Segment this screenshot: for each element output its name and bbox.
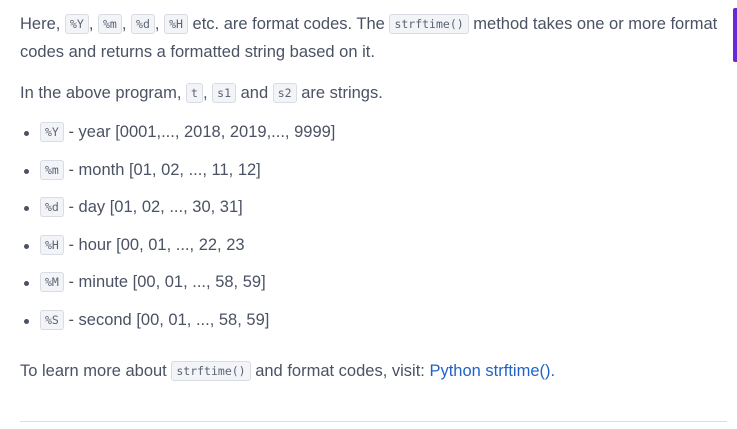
list-item-code: %Y — [40, 122, 64, 142]
code-s1: s1 — [212, 83, 237, 103]
bullet — [24, 206, 29, 212]
text: , — [154, 15, 160, 33]
program-strings-paragraph: In the above program, t, s1 and s2 are s… — [20, 80, 383, 108]
list-item-text: - month [01, 02, ..., 11, 12] — [68, 160, 261, 179]
list-item-text: - day [01, 02, ..., 30, 31] — [68, 198, 243, 217]
list-item: %H - hour [00, 01, ..., 22, 23 — [20, 232, 335, 270]
text: are strings. — [301, 84, 383, 102]
code-percent-m: %m — [98, 14, 122, 34]
bullet — [24, 243, 29, 249]
bullet — [24, 168, 29, 174]
format-codes-paragraph: Here, %Y, %m, %d, %H etc. are format cod… — [20, 11, 725, 66]
bullet — [24, 318, 29, 324]
list-item-text: - minute [00, 01, ..., 58, 59] — [68, 273, 266, 292]
list-item: %S - second [00, 01, ..., 58, 59] — [20, 307, 335, 345]
text: Here, — [20, 15, 61, 33]
code-percent-Y: %Y — [64, 14, 89, 34]
code-strftime: strftime() — [389, 14, 469, 34]
section-divider — [20, 421, 727, 422]
text: , — [88, 15, 94, 33]
list-item-code: %S — [40, 309, 64, 330]
python-strftime-link[interactable]: Python strftime(). — [429, 362, 555, 380]
list-item-text: - year [0001,..., 2018, 2019,..., 9999] — [68, 123, 336, 141]
code-s2: s2 — [272, 83, 297, 103]
code-percent-d: %d — [131, 14, 155, 34]
list-item: %m - month [01, 02, ..., 11, 12] — [20, 157, 335, 195]
list-item: %d - day [01, 02, ..., 30, 31] — [20, 194, 335, 232]
text: etc. are format codes. The — [192, 15, 385, 33]
list-item-code: %M — [40, 272, 64, 293]
list-item-code: %H — [40, 234, 64, 255]
list-item: %Y - year [0001,..., 2018, 2019,..., 999… — [20, 119, 335, 157]
text: , — [121, 15, 127, 33]
code-percent-H: %H — [164, 14, 188, 34]
list-item-text: - hour [00, 01, ..., 22, 23 — [68, 235, 245, 254]
scroll-accent-bar — [733, 8, 737, 62]
text: and format codes, visit: — [255, 362, 425, 380]
list-item-text: - second [00, 01, ..., 58, 59] — [68, 310, 270, 329]
list-item-code: %m — [40, 159, 64, 180]
text: and — [240, 84, 269, 102]
text: In the above program, — [20, 84, 182, 102]
format-code-list: %Y - year [0001,..., 2018, 2019,..., 999… — [20, 119, 335, 345]
list-item-code: %d — [40, 197, 64, 218]
text: , — [202, 84, 208, 102]
bullet — [24, 131, 29, 136]
list-item: %M - minute [00, 01, ..., 58, 59] — [20, 269, 335, 307]
bullet — [24, 281, 29, 287]
learn-more-paragraph: To learn more about strftime() and forma… — [20, 358, 555, 386]
code-strftime: strftime() — [171, 361, 251, 381]
text: To learn more about — [20, 362, 167, 380]
code-t: t — [186, 83, 203, 103]
